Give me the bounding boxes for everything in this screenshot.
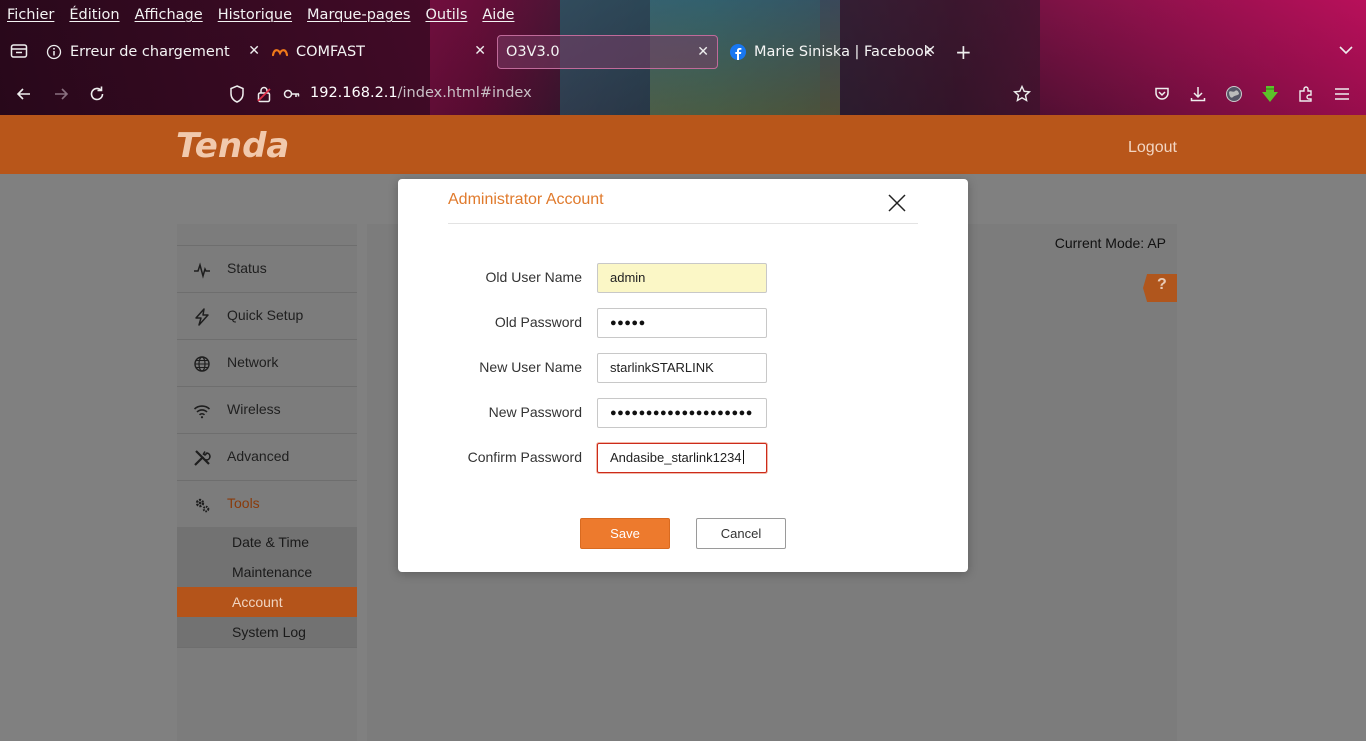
sidebar-item-status[interactable]: Status xyxy=(177,245,357,292)
tab-title: Erreur de chargement de xyxy=(70,44,230,60)
old-password-label: Old Password xyxy=(494,314,582,330)
navigation-bar: 192.168.2.1/index.html#index xyxy=(0,74,1366,114)
brand-text: Tenda xyxy=(176,126,289,165)
close-tab-icon[interactable]: ✕ xyxy=(697,44,709,60)
new-user-name-input[interactable]: starlinkSTARLINK xyxy=(597,353,767,383)
submenu-item-maintenance[interactable]: Maintenance xyxy=(177,557,357,587)
help-button[interactable]: ? xyxy=(1143,274,1177,302)
cancel-button[interactable]: Cancel xyxy=(696,518,786,549)
close-icon[interactable] xyxy=(887,193,907,213)
url-path: /index.html#index xyxy=(397,85,532,101)
old-user-label: Old User Name xyxy=(485,269,582,285)
text-caret xyxy=(742,450,744,464)
reload-icon[interactable] xyxy=(87,84,107,104)
gears-icon xyxy=(195,498,210,513)
info-icon xyxy=(46,44,62,60)
lock-warning-icon[interactable] xyxy=(254,84,274,104)
submenu-item-system-log[interactable]: System Log xyxy=(177,617,357,647)
sidebar: Status Quick Setup Network Wireless Adva… xyxy=(177,224,357,741)
sidebar-item-label: Tools xyxy=(227,495,260,511)
tab-error[interactable]: Erreur de chargement de ✕ xyxy=(46,35,268,69)
sidebar-item-label: Advanced xyxy=(227,448,290,464)
download-icon[interactable] xyxy=(1188,84,1208,104)
pulse-icon xyxy=(194,262,210,279)
confirm-password-row: Confirm Password Andasibe_starlink1234 xyxy=(398,443,968,473)
globe-icon xyxy=(194,356,210,372)
extension-globe-icon[interactable] xyxy=(1224,84,1244,104)
pocket-icon[interactable] xyxy=(1152,84,1172,104)
forward-arrow-icon[interactable] xyxy=(51,84,71,104)
confirm-password-value: Andasibe_starlink1234 xyxy=(610,450,742,465)
sidebar-item-quick-setup[interactable]: Quick Setup xyxy=(177,292,357,339)
hamburger-menu-icon[interactable] xyxy=(1332,84,1352,104)
menu-edition[interactable]: Édition xyxy=(69,7,119,23)
menu-affichage[interactable]: Affichage xyxy=(135,7,203,23)
menu-aide[interactable]: Aide xyxy=(482,7,514,23)
sidebar-item-label: Wireless xyxy=(227,401,281,417)
new-password-label: New Password xyxy=(488,404,582,420)
old-password-input[interactable]: ●●●●● xyxy=(597,308,767,338)
tab-facebook[interactable]: Marie Siniska | Facebook ✕ xyxy=(722,35,944,69)
green-download-arrow-icon[interactable] xyxy=(1260,84,1280,104)
tab-title: Marie Siniska | Facebook xyxy=(754,44,933,60)
menu-bar: Fichier Édition Affichage Historique Mar… xyxy=(0,0,529,30)
old-password-row: Old Password ●●●●● xyxy=(398,308,968,338)
tab-title: COMFAST xyxy=(296,44,366,60)
administrator-account-dialog: Administrator Account Old User Name admi… xyxy=(398,179,968,572)
confirm-password-label: Confirm Password xyxy=(467,449,582,465)
menu-marque-pages[interactable]: Marque-pages xyxy=(307,7,410,23)
tools-submenu: Date & Time Maintenance Account System L… xyxy=(177,527,357,647)
help-label: ? xyxy=(1157,276,1167,293)
bookmark-star-icon[interactable] xyxy=(1012,84,1032,104)
close-tab-icon[interactable]: ✕ xyxy=(248,43,260,59)
browser-chrome: Fichier Édition Affichage Historique Mar… xyxy=(0,0,1366,115)
shield-icon[interactable] xyxy=(227,84,247,104)
menu-historique[interactable]: Historique xyxy=(218,7,292,23)
save-button[interactable]: Save xyxy=(580,518,670,549)
old-user-name-input[interactable]: admin xyxy=(597,263,767,293)
facebook-icon xyxy=(730,44,746,60)
sidebar-item-wireless[interactable]: Wireless xyxy=(177,386,357,433)
new-password-row: New Password ●●●●●●●●●●●●●●●●●●●● xyxy=(398,398,968,428)
close-tab-icon[interactable]: ✕ xyxy=(924,43,936,59)
new-user-label: New User Name xyxy=(479,359,582,375)
sidebar-item-label: Status xyxy=(227,260,267,276)
current-mode-label: Current Mode: AP xyxy=(1054,235,1166,251)
sidebar-item-network[interactable]: Network xyxy=(177,339,357,386)
new-user-row: New User Name starlinkSTARLINK xyxy=(398,353,968,383)
sidebar-item-label: Quick Setup xyxy=(227,307,304,323)
back-arrow-icon[interactable] xyxy=(14,84,34,104)
dialog-divider xyxy=(448,223,918,224)
tools-icon xyxy=(194,450,211,466)
bolt-icon xyxy=(195,308,209,326)
menu-outils[interactable]: Outils xyxy=(425,7,467,23)
sidebar-item-advanced[interactable]: Advanced xyxy=(177,433,357,480)
sidebar-item-tools[interactable]: Tools xyxy=(177,480,357,527)
router-header: Tenda Logout xyxy=(0,115,1366,174)
submenu-item-date-time[interactable]: Date & Time xyxy=(177,527,357,557)
sidebar-item-label: Network xyxy=(227,354,279,370)
address-bar[interactable]: 192.168.2.1/index.html#index xyxy=(310,85,532,101)
key-icon[interactable] xyxy=(282,84,302,104)
logout-link[interactable]: Logout xyxy=(1128,139,1177,157)
old-user-row: Old User Name admin xyxy=(398,263,968,293)
close-tab-icon[interactable]: ✕ xyxy=(474,43,486,59)
tab-strip: Erreur de chargement de ✕ COMFAST ✕ O3V3… xyxy=(0,34,1366,70)
tab-comfast[interactable]: COMFAST ✕ xyxy=(272,35,494,69)
confirm-password-input[interactable]: Andasibe_starlink1234 xyxy=(597,443,767,473)
tab-o3v3[interactable]: O3V3.0 ✕ xyxy=(497,35,718,69)
tab-title: O3V3.0 xyxy=(506,44,560,60)
wifi-icon xyxy=(193,405,211,419)
comfast-logo-icon xyxy=(272,44,288,60)
dialog-title: Administrator Account xyxy=(448,191,604,208)
chevron-down-icon[interactable] xyxy=(1338,42,1354,58)
url-host: 192.168.2.1 xyxy=(310,85,398,101)
extensions-puzzle-icon[interactable] xyxy=(1296,84,1316,104)
new-password-input[interactable]: ●●●●●●●●●●●●●●●●●●●● xyxy=(597,398,767,428)
tab-list-icon[interactable] xyxy=(10,43,28,59)
menu-fichier[interactable]: Fichier xyxy=(7,7,54,23)
submenu-item-account[interactable]: Account xyxy=(177,587,357,617)
new-tab-icon[interactable]: + xyxy=(955,40,972,64)
tenda-logo: Tenda xyxy=(176,126,289,165)
